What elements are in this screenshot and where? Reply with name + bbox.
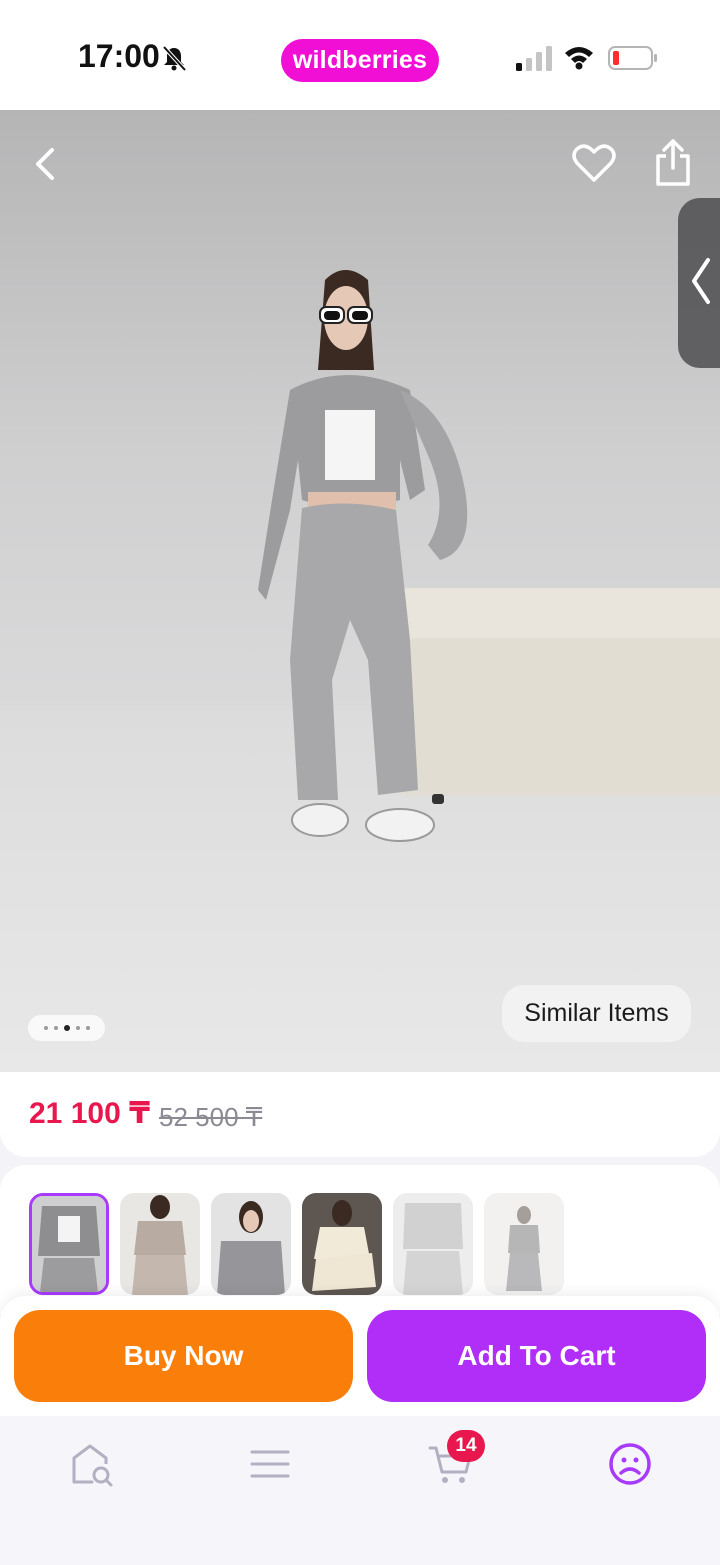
bottom-tab-bar xyxy=(0,1416,720,1565)
add-to-cart-button[interactable]: Add To Cart xyxy=(367,1310,706,1402)
old-price: 52 500 ₸ xyxy=(159,1102,263,1132)
pagination-dot xyxy=(85,1026,90,1030)
pagination-dot xyxy=(43,1026,48,1030)
pagination-dot xyxy=(75,1026,80,1030)
thumbnail-strip xyxy=(0,1165,720,1315)
similar-items-button[interactable]: Similar Items xyxy=(502,985,691,1042)
thumbnail-image xyxy=(302,1193,382,1295)
product-photo[interactable]: Similar Items xyxy=(0,110,720,1072)
thumbnail-2[interactable] xyxy=(120,1193,200,1295)
status-time: 17:00 xyxy=(78,38,160,74)
muted-bell-icon xyxy=(162,45,187,72)
thumbnail-image xyxy=(120,1193,200,1295)
pagination-dot xyxy=(53,1026,58,1030)
purchase-action-bar: Buy Now Add To Cart xyxy=(0,1296,720,1416)
heart-icon[interactable] xyxy=(571,142,617,186)
menu-icon[interactable] xyxy=(246,1440,294,1488)
cellular-signal-icon xyxy=(516,46,552,71)
profile-icon[interactable] xyxy=(606,1440,654,1488)
price-card: 21 100 ₸ 52 500 ₸ xyxy=(0,1072,720,1157)
thumbnail-image xyxy=(211,1193,291,1295)
battery-icon xyxy=(608,46,657,70)
share-icon[interactable] xyxy=(652,138,694,188)
thumbnail-1[interactable] xyxy=(29,1193,109,1295)
current-price: 21 100 ₸ xyxy=(29,1097,150,1130)
thumbnail-image xyxy=(32,1196,106,1292)
thumbnail-4[interactable] xyxy=(302,1193,382,1295)
pagination-dot-active xyxy=(63,1025,70,1031)
side-panel-handle[interactable] xyxy=(678,198,720,368)
status-bar: 17:00 wildberries xyxy=(0,0,720,110)
gallery-pagination xyxy=(28,1015,105,1041)
thumbnail-image xyxy=(393,1193,473,1295)
thumbnail-image xyxy=(484,1193,564,1295)
thumbnail-6[interactable] xyxy=(484,1193,564,1295)
buy-now-button[interactable]: Buy Now xyxy=(14,1310,353,1402)
cart-count-badge: 14 xyxy=(447,1430,485,1462)
chevron-left-icon xyxy=(692,258,710,304)
thumbnail-5[interactable] xyxy=(393,1193,473,1295)
home-search-icon[interactable] xyxy=(68,1440,116,1488)
wifi-icon xyxy=(565,47,593,70)
brand-logo: wildberries xyxy=(281,39,439,82)
thumbnail-3[interactable] xyxy=(211,1193,291,1295)
back-icon[interactable] xyxy=(28,142,64,186)
model-figure xyxy=(258,270,468,842)
